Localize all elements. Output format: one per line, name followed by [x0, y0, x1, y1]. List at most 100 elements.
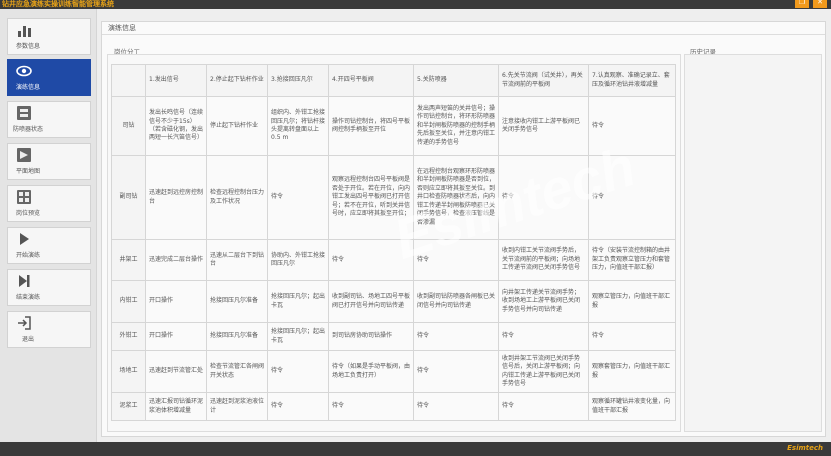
- table-cell: 停止起下钻杆作业: [206, 96, 268, 156]
- window-title: 钻井应急演练实操训练智能管理系统: [2, 0, 114, 8]
- status-bar: Esimtech: [0, 442, 831, 456]
- table-cell: 抢接回压凡尔；起出卡瓦: [267, 280, 329, 323]
- sidebar-item-drill-info[interactable]: 演练信息: [7, 59, 91, 96]
- sidebar-item-label: 退出: [21, 336, 34, 343]
- sidebar-item-label: 岗位预览: [15, 210, 40, 217]
- table-cell: 观察循环罐钻井液变化量，向值班干部汇报: [588, 392, 676, 421]
- table-cell: 向井架工传递关节流阀手势；收到场地工上游平板阀已关闭手势信号并向司钻传递: [498, 280, 589, 323]
- table-cell: 收到副司钻、场地工四号平板阀已打开信号并向司钻传递: [328, 280, 414, 323]
- sidebar-item-label: 演练信息: [15, 84, 40, 91]
- sidebar-item-params[interactable]: 参数信息: [7, 18, 91, 55]
- table-cell: 待令: [413, 392, 499, 421]
- table-cell: 抢接回压凡尔准备: [206, 322, 268, 351]
- table-cell: 待令: [328, 392, 414, 421]
- role-cell: 泥浆工: [111, 392, 146, 421]
- table-cell: 迅速赶到泥浆池液位计: [206, 392, 268, 421]
- table-row: 司钻 发出长鸣信号（连续信号不少于15s）（若含磁化钢，发出两短一长汽笛信号） …: [111, 96, 676, 156]
- table-cell: 操作司钻控制台，将四号平板阀控制手柄扳至开位: [328, 96, 414, 156]
- sidebar-item-station-preview[interactable]: 岗位预览: [7, 185, 91, 222]
- table-row: 内钳工 开口操作 抢接回压凡尔准备 抢接回压凡尔；起出卡瓦 收到副司钻、场地工四…: [111, 280, 676, 323]
- column-header: 3.抢接回压凡尔: [267, 64, 329, 97]
- table-cell: 待令: [267, 155, 329, 240]
- table-row: 场地工 迅速赶到节流管汇处 检查节流管汇各闸阀开关状态 待令 待令（如果是手动平…: [111, 350, 676, 393]
- restore-button[interactable]: ❐: [795, 0, 809, 8]
- table-cell: 协助内、外钳工抢接回压凡尔: [267, 239, 329, 281]
- station-preview-icon: [17, 190, 31, 204]
- blowout-preventer-icon: [17, 106, 31, 120]
- close-icon: ✕: [817, 0, 823, 6]
- eye-icon: [16, 65, 32, 77]
- play-icon: [20, 233, 29, 245]
- column-header: 7.认真观察、准确记录立、套压及循环池钻井液增减量: [588, 64, 676, 97]
- table-cell: 在远程控制台观察环形防喷器和半封闸板防喷器是否到位，否则应立即将其扳至关位。到井…: [413, 155, 499, 240]
- duty-table: 1.发出信号 2.停止起下钻杆作业 3.抢接回压凡尔 4.开四号平板阀 5.关防…: [111, 64, 676, 421]
- table-cell: 注意接收内钳工上游平板阀已关闭手势信号: [498, 96, 589, 156]
- table-cell: 观察远程控制台四号平板阀是否处于开位。若在开位，向内钳工发出四号平板阀已打开信号…: [328, 155, 414, 240]
- table-cell: 待令: [498, 392, 589, 421]
- table-cell: 待令: [328, 239, 414, 281]
- table-cell: 开口操作: [145, 322, 207, 351]
- table-cell: 观察套管压力，向值班干部汇报: [588, 350, 676, 393]
- sidebar-item-end-drill[interactable]: 结束演练: [7, 269, 91, 306]
- table-cell: 发出两声短笛的关井信号；操作司钻控制台，将环形防喷器和半封闸板防喷器的控制手柄先…: [413, 96, 499, 156]
- table-row: 副司钻 迅速赶到远控房控制台 检查远程控制台压力及工作状况 待令 观察远程控制台…: [111, 155, 676, 240]
- table-cell: 迅速从二层台下到钻台: [206, 239, 268, 281]
- table-cell: 发出长鸣信号（连续信号不少于15s）（若含磁化钢，发出两短一长汽笛信号）: [145, 96, 207, 156]
- table-cell: 迅速完成二层台操作: [145, 239, 207, 281]
- table-cell: 收到内钳工关节流阀手势后，关节流阀前的平板阀；向场地工传递节流阀已关闭手势信号: [498, 239, 589, 281]
- history-panel[interactable]: [684, 54, 822, 432]
- table-cell: 观察立管压力，向值班干部汇报: [588, 280, 676, 323]
- sidebar-item-label: 结束演练: [15, 294, 40, 301]
- brand-logo: Esimtech: [787, 444, 823, 452]
- drill-info-panel: 演练信息 岗位分工 历史记录 1.发出信号 2.停止起下钻杆作业 3.抢接回压凡…: [101, 21, 826, 437]
- restore-icon: ❐: [798, 0, 806, 6]
- sidebar: 参数信息 演练信息 防喷器状态 平面地图 岗位预览 开始演练 结束演练 退出: [0, 9, 97, 442]
- sidebar-item-exit[interactable]: 退出: [7, 311, 91, 348]
- column-header: 5.关防喷器: [413, 64, 499, 97]
- table-cell: 待令: [267, 392, 329, 421]
- table-cell: 待令（如果是手动平板阀，由场地工负责打开）: [328, 350, 414, 393]
- table-cell: 迅速汇报司钻循环泥浆池体积增减量: [145, 392, 207, 421]
- sidebar-item-bop-status[interactable]: 防喷器状态: [7, 101, 91, 138]
- sidebar-item-label: 参数信息: [15, 43, 40, 50]
- table-header-row: 1.发出信号 2.停止起下钻杆作业 3.抢接回压凡尔 4.开四号平板阀 5.关防…: [111, 64, 676, 97]
- panel-title: 演练信息: [102, 22, 825, 35]
- column-header: 6.先关节流阀（试关井），再关节流阀前的平板阀: [498, 64, 589, 97]
- table-row: 井架工 迅速完成二层台操作 迅速从二层台下到钻台 协助内、外钳工抢接回压凡尔 待…: [111, 239, 676, 281]
- table-cell: 待令: [267, 350, 329, 393]
- skip-end-icon: [19, 275, 30, 287]
- table-cell: 待令: [588, 155, 676, 240]
- sidebar-item-label: 平面地图: [15, 168, 40, 175]
- close-button[interactable]: ✕: [813, 0, 827, 8]
- map-icon: [17, 148, 31, 162]
- table-cell: 待令（安装节流控制箱的由井架工负责观察立管压力和套管压力，向值班干部汇报）: [588, 239, 676, 281]
- table-cell: 检查节流管汇各闸阀开关状态: [206, 350, 268, 393]
- table-cell: 待令: [413, 322, 499, 351]
- column-header: 1.发出信号: [145, 64, 207, 97]
- sidebar-item-start-drill[interactable]: 开始演练: [7, 227, 91, 264]
- sidebar-item-label: 防喷器状态: [12, 126, 43, 133]
- column-header: 4.开四号平板阀: [328, 64, 414, 97]
- table-cell: 待令: [498, 322, 589, 351]
- table-cell: 迅速赶到节流管汇处: [145, 350, 207, 393]
- table-row: 外钳工 开口操作 抢接回压凡尔准备 抢接回压凡尔；起出卡瓦 到司钻房协助司钻操作…: [111, 322, 676, 351]
- column-header: [111, 64, 146, 97]
- table-cell: 迅速赶到远控房控制台: [145, 155, 207, 240]
- sidebar-item-label: 开始演练: [15, 252, 40, 259]
- table-cell: 待令: [413, 239, 499, 281]
- bar-chart-icon: [18, 26, 31, 37]
- title-bar: 钻井应急演练实操训练智能管理系统 ❐ ✕: [0, 0, 831, 9]
- duty-table-panel: 1.发出信号 2.停止起下钻杆作业 3.抢接回压凡尔 4.开四号平板阀 5.关防…: [107, 54, 681, 432]
- column-header: 2.停止起下钻杆作业: [206, 64, 268, 97]
- table-cell: 收到副司钻防喷器各闸板已关闭信号并向司钻传递: [413, 280, 499, 323]
- sidebar-item-plan-map[interactable]: 平面地图: [7, 143, 91, 180]
- role-cell: 内钳工: [111, 280, 146, 323]
- exit-icon: [18, 316, 31, 330]
- table-cell: 待令: [498, 155, 589, 240]
- table-cell: 组织内、外钳工抢接回压凡尔；将钻杆接头提离转盘面以上0.5 m: [267, 96, 329, 156]
- table-row: 泥浆工 迅速汇报司钻循环泥浆池体积增减量 迅速赶到泥浆池液位计 待令 待令 待令…: [111, 392, 676, 421]
- role-cell: 司钻: [111, 96, 146, 156]
- table-cell: 待令: [588, 96, 676, 156]
- table-cell: 开口操作: [145, 280, 207, 323]
- table-cell: 待令: [413, 350, 499, 393]
